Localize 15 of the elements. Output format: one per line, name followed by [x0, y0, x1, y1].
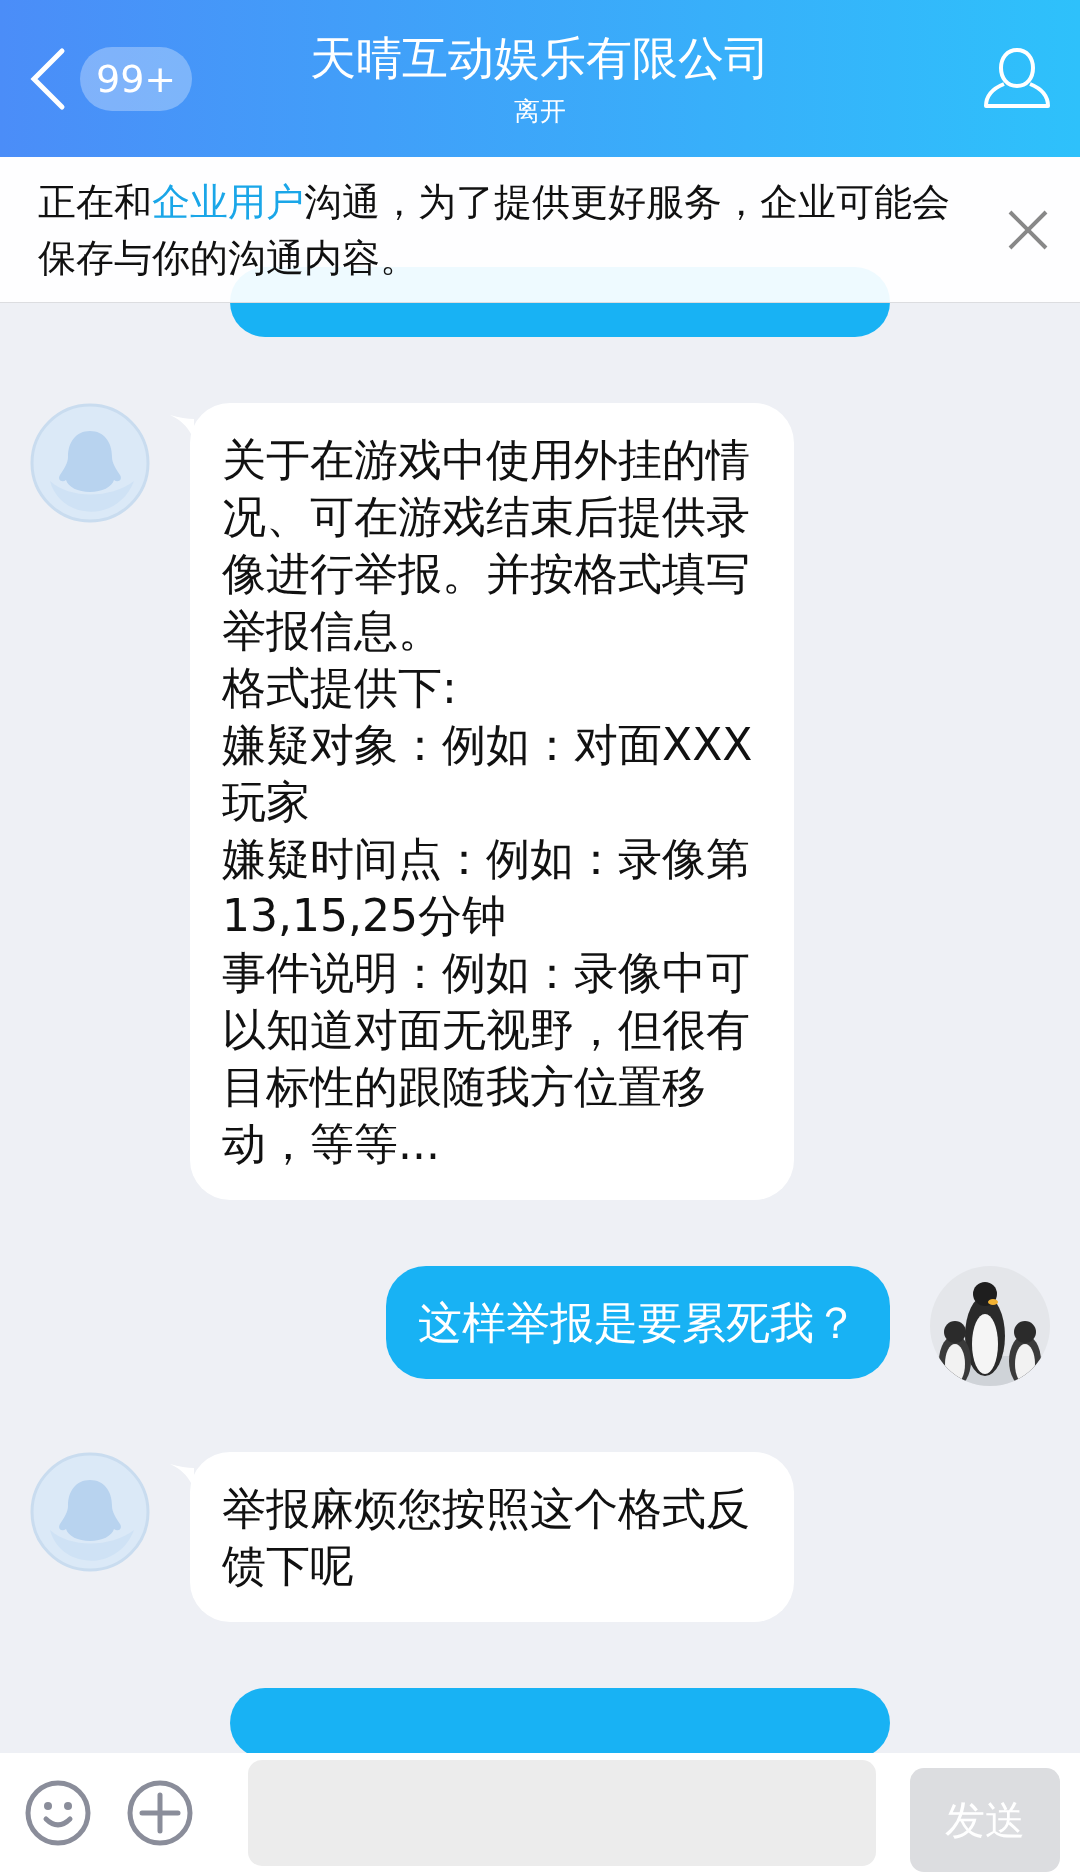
- emoji-icon[interactable]: [24, 1779, 92, 1847]
- notice-text: 正在和企业用户沟通，为了提供更好服务，企业可能会保存与你的沟通内容。: [38, 178, 951, 282]
- message-text: 关于在游戏中使用外挂的情况、可在游戏结束后提供录像进行举报。并按格式填写举报信息。: [222, 433, 751, 658]
- message-text: 嫌疑对象：例如：对面XXX玩家: [222, 718, 754, 829]
- message-text: 格式提供下:: [222, 661, 458, 715]
- unread-badge[interactable]: 99+: [80, 46, 193, 111]
- enterprise-user-link[interactable]: 企业用户: [152, 179, 304, 224]
- back-icon[interactable]: [28, 46, 66, 111]
- chat-title: 天晴互动娱乐有限公司: [310, 30, 770, 87]
- message-text: 嫌疑时间点：例如：录像第13,15,25分钟: [222, 832, 751, 943]
- plus-icon[interactable]: [126, 1779, 194, 1847]
- status-text: 离开: [514, 95, 566, 128]
- message-text: 这样举报是要累死我？: [418, 1296, 858, 1350]
- message-text: 举报麻烦您按照这个格式反馈下呢: [222, 1482, 751, 1593]
- message-text: 事件说明：例如：录像中可以知道对面无视野，但很有目标性的跟随我方位置移动，等等...: [222, 946, 751, 1171]
